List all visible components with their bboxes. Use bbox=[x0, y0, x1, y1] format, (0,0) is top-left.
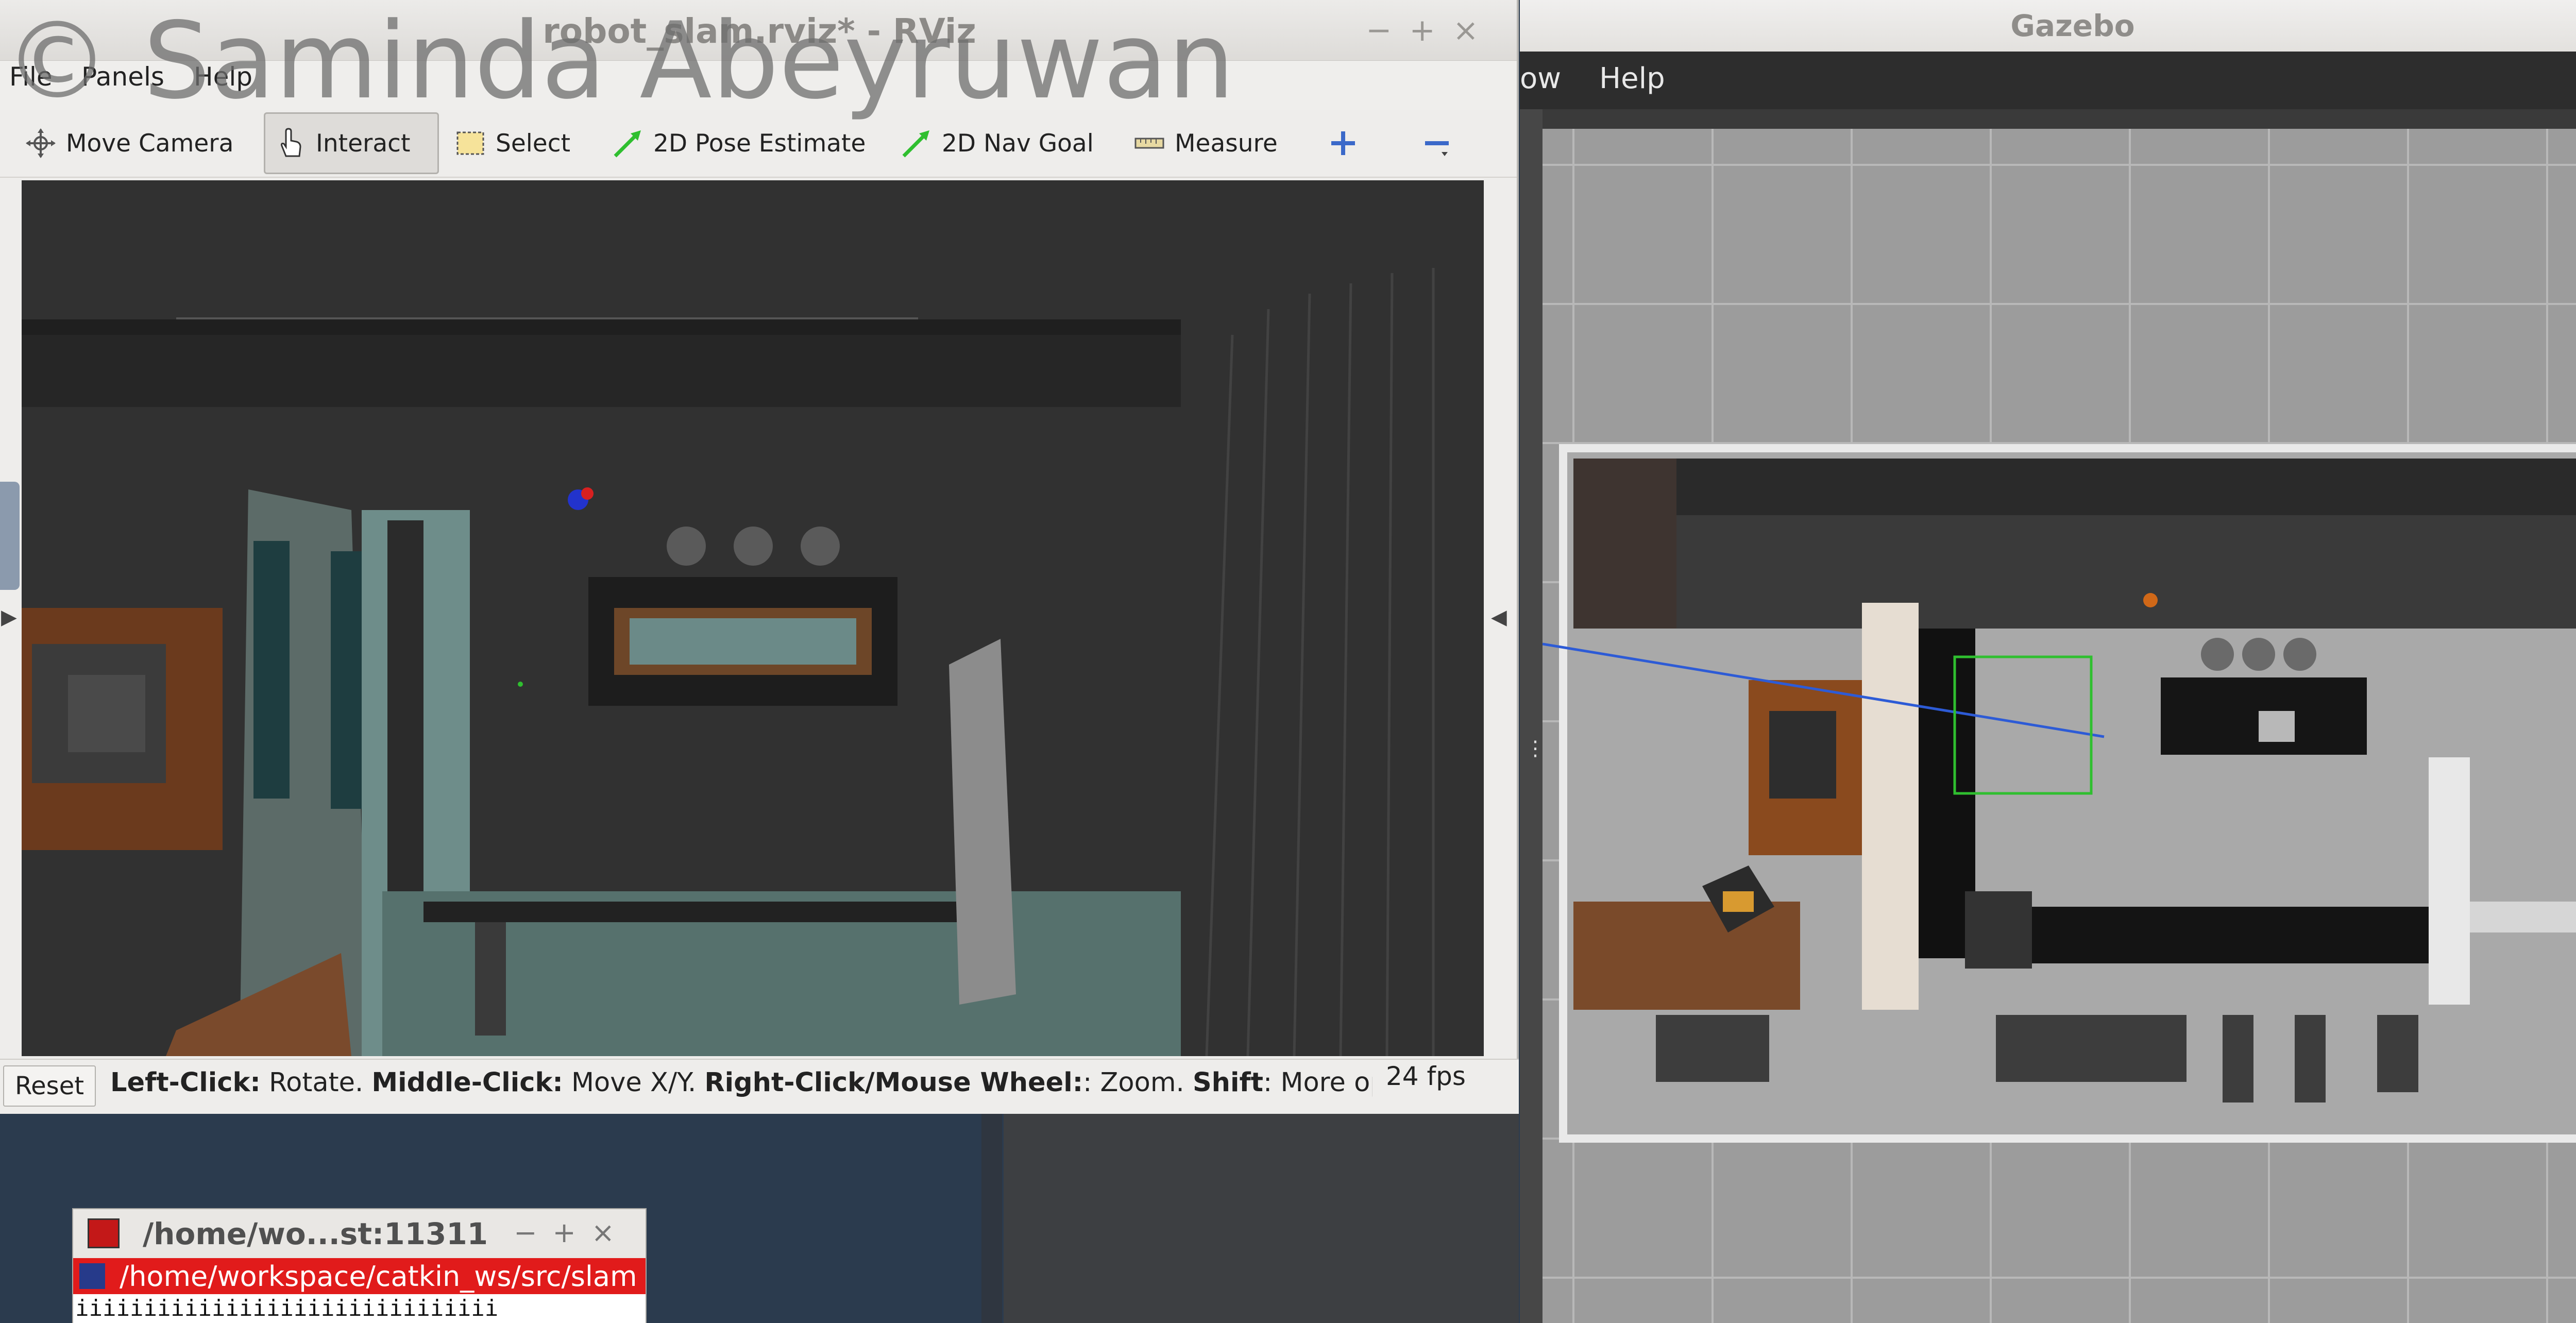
plus-icon bbox=[1327, 127, 1359, 159]
gazebo-window-title: Gazebo bbox=[2010, 8, 2135, 43]
move-camera-icon bbox=[25, 127, 57, 159]
select-label: Select bbox=[496, 129, 570, 158]
move-camera-label: Move Camera bbox=[66, 129, 234, 158]
help-right-click: Right-Click/Mouse Wheel: bbox=[704, 1067, 1083, 1098]
menu-panels[interactable]: Panels bbox=[81, 62, 164, 92]
terminal-window: /home/wo...st:11311 −+× /home/workspace/… bbox=[72, 1208, 647, 1323]
green-arrow-icon bbox=[901, 127, 933, 159]
rviz-window: robot_slam.rviz* - RViz −+× File Panels … bbox=[0, 0, 1519, 1114]
help-zoom: : Zoom. bbox=[1083, 1067, 1184, 1098]
gazebo-menu-window[interactable]: ow bbox=[1520, 62, 1561, 95]
slam-map-render bbox=[22, 180, 1484, 1056]
add-tool-button[interactable] bbox=[1318, 112, 1378, 174]
terminal-tab[interactable]: /home/workspace/catkin_ws/src/slam bbox=[73, 1258, 646, 1294]
terminal-output[interactable]: iiiiiiiiiiiiiiiiiiiiiiiiiiiiiii bbox=[73, 1294, 646, 1323]
terminal-close-button[interactable]: × bbox=[591, 1216, 630, 1249]
help-left-click: Left-Click: bbox=[110, 1067, 261, 1098]
terminal-maximize-button[interactable]: + bbox=[553, 1216, 591, 1249]
green-arrow-icon bbox=[612, 127, 644, 159]
desktop-panel-divider bbox=[981, 1113, 1002, 1323]
menu-help[interactable]: Help bbox=[194, 62, 252, 92]
pose-estimate-label: 2D Pose Estimate bbox=[653, 129, 866, 158]
rviz-window-controls[interactable]: −+× bbox=[1366, 12, 1496, 48]
left-panel-toggle[interactable] bbox=[0, 482, 20, 590]
ruler-icon bbox=[1133, 127, 1165, 159]
interact-label: Interact bbox=[316, 129, 411, 158]
gazebo-menu-help[interactable]: Help bbox=[1599, 62, 1665, 95]
gazebo-menubar bbox=[1520, 52, 2576, 109]
viewport-help-text: Left-Click: Rotate. Middle-Click: Move X… bbox=[110, 1067, 1372, 1098]
maximize-button[interactable]: + bbox=[1409, 12, 1452, 48]
interact-tool[interactable]: Interact bbox=[264, 112, 439, 174]
close-button[interactable]: × bbox=[1453, 12, 1496, 48]
move-camera-tool[interactable]: Move Camera bbox=[15, 112, 243, 174]
collapse-left-panel-icon[interactable]: ▶ bbox=[1, 605, 17, 629]
terminal-titlebar[interactable]: /home/wo...st:11311 −+× bbox=[73, 1209, 646, 1258]
help-rotate: Rotate. bbox=[268, 1067, 364, 1098]
gazebo-menu-window-label: ow bbox=[1520, 62, 1562, 95]
select-tool[interactable]: Select bbox=[445, 112, 580, 174]
terminal-minimize-button[interactable]: − bbox=[514, 1216, 552, 1249]
menu-file[interactable]: File bbox=[9, 62, 53, 92]
select-rectangle-icon bbox=[454, 127, 486, 159]
menu-file-label: File bbox=[9, 62, 53, 92]
nav-goal-label: 2D Nav Goal bbox=[942, 129, 1094, 158]
terminal-tab-label: /home/workspace/catkin_ws/src/slam bbox=[120, 1260, 637, 1293]
gazebo-titlebar[interactable]: Gazebo bbox=[1520, 0, 2576, 52]
terminal-title: /home/wo...st:11311 bbox=[143, 1216, 488, 1251]
pose-estimate-tool[interactable]: 2D Pose Estimate bbox=[603, 112, 875, 174]
terminal-output-line: iiiiiiiiiiiiiiiiiiiiiiiiiiiiiii bbox=[75, 1295, 499, 1321]
menu-help-label: Help bbox=[194, 62, 252, 92]
measure-tool[interactable]: Measure bbox=[1124, 112, 1287, 174]
gazebo-3d-scene[interactable] bbox=[1543, 129, 2576, 1323]
help-middle-click: Middle-Click: bbox=[371, 1067, 563, 1098]
gazebo-left-panel bbox=[1520, 109, 1543, 1323]
rviz-3d-viewport[interactable] bbox=[22, 180, 1484, 1056]
nav-goal-tool[interactable]: 2D Nav Goal bbox=[891, 112, 1103, 174]
menu-panels-label: Panels bbox=[81, 62, 164, 92]
minus-icon bbox=[1421, 127, 1453, 159]
reset-button[interactable]: Reset bbox=[3, 1065, 96, 1107]
fps-counter: 24 fps bbox=[1386, 1061, 1466, 1091]
rviz-titlebar[interactable]: robot_slam.rviz* - RViz −+× bbox=[0, 0, 1517, 61]
help-shift: Shift bbox=[1192, 1067, 1264, 1098]
measure-label: Measure bbox=[1175, 129, 1278, 158]
help-move: Move X/Y. bbox=[571, 1067, 697, 1098]
collapse-right-panel-icon[interactable]: ◀ bbox=[1491, 605, 1507, 629]
minimize-button[interactable]: − bbox=[1366, 12, 1409, 48]
gazebo-menu-help-label: Help bbox=[1599, 62, 1665, 95]
desktop-area bbox=[1004, 1113, 1519, 1323]
terminal-tab-icon bbox=[79, 1263, 105, 1289]
rviz-window-title: robot_slam.rviz* - RViz bbox=[543, 11, 976, 51]
terminal-app-icon bbox=[88, 1218, 120, 1248]
gazebo-world-render bbox=[1543, 129, 2576, 1323]
hand-pointer-icon bbox=[275, 127, 307, 159]
terminal-window-controls[interactable]: −+× bbox=[514, 1216, 630, 1249]
remove-tool-button[interactable] bbox=[1412, 112, 1471, 174]
gazebo-window: Gazebo ow Help ⋮ bbox=[1520, 0, 2576, 1323]
help-more: : More options bbox=[1263, 1067, 1372, 1098]
